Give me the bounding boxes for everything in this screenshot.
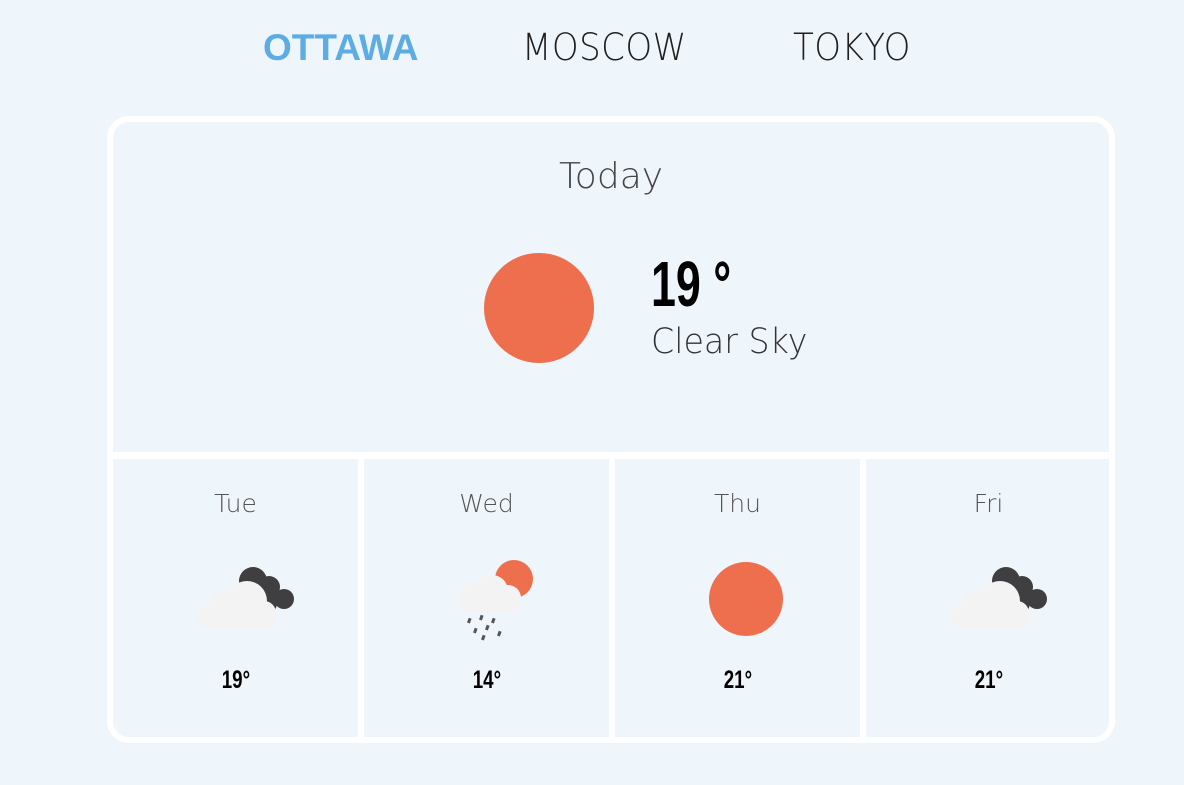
cloudy-icon bbox=[951, 567, 1047, 629]
forecast-day: Wed 14° bbox=[364, 459, 609, 737]
weather-card: Today 19 ° Clear Sky Tue 19° Wed 14° Thu… bbox=[107, 116, 1115, 743]
rain-sun-icon bbox=[460, 560, 533, 641]
day-temperature: 14° bbox=[364, 666, 609, 695]
city-tabs: OTTAWA MOSCOW TOKYO bbox=[0, 24, 1184, 72]
today-panel: Today 19 ° Clear Sky bbox=[113, 122, 1109, 452]
sun-icon bbox=[709, 562, 783, 636]
day-name: Thu bbox=[714, 489, 761, 518]
tab-ottawa[interactable]: OTTAWA bbox=[263, 24, 419, 72]
divider bbox=[609, 459, 615, 737]
day-temperature: 21° bbox=[866, 666, 1109, 695]
day-temperature-value: 14° bbox=[472, 666, 501, 694]
sun-icon bbox=[484, 253, 594, 363]
forecast-day: Fri 21° bbox=[866, 459, 1109, 737]
forecast-row: Tue 19° Wed 14° Thu 21° Fri 21° bbox=[113, 459, 1109, 737]
cloudy-icon bbox=[198, 567, 294, 629]
day-temperature: 19° bbox=[113, 666, 358, 695]
tab-tokyo[interactable]: TOKYO bbox=[793, 24, 911, 72]
day-name: Tue bbox=[214, 489, 257, 518]
day-name: Fri bbox=[973, 489, 1004, 518]
today-temperature: 19 ° bbox=[651, 248, 732, 320]
today-title: Today bbox=[558, 156, 664, 197]
day-temperature: 21° bbox=[615, 666, 860, 695]
day-name: Wed bbox=[459, 489, 514, 518]
day-temperature-value: 19° bbox=[221, 666, 250, 694]
divider bbox=[860, 459, 866, 737]
day-temperature-value: 21° bbox=[723, 666, 752, 694]
day-temperature-value: 21° bbox=[974, 666, 1003, 694]
today-description: Clear Sky bbox=[651, 322, 808, 362]
divider bbox=[113, 452, 1109, 459]
forecast-day: Tue 19° bbox=[113, 459, 358, 737]
tab-moscow[interactable]: MOSCOW bbox=[522, 24, 687, 72]
forecast-day: Thu 21° bbox=[615, 459, 860, 737]
divider bbox=[358, 459, 364, 737]
